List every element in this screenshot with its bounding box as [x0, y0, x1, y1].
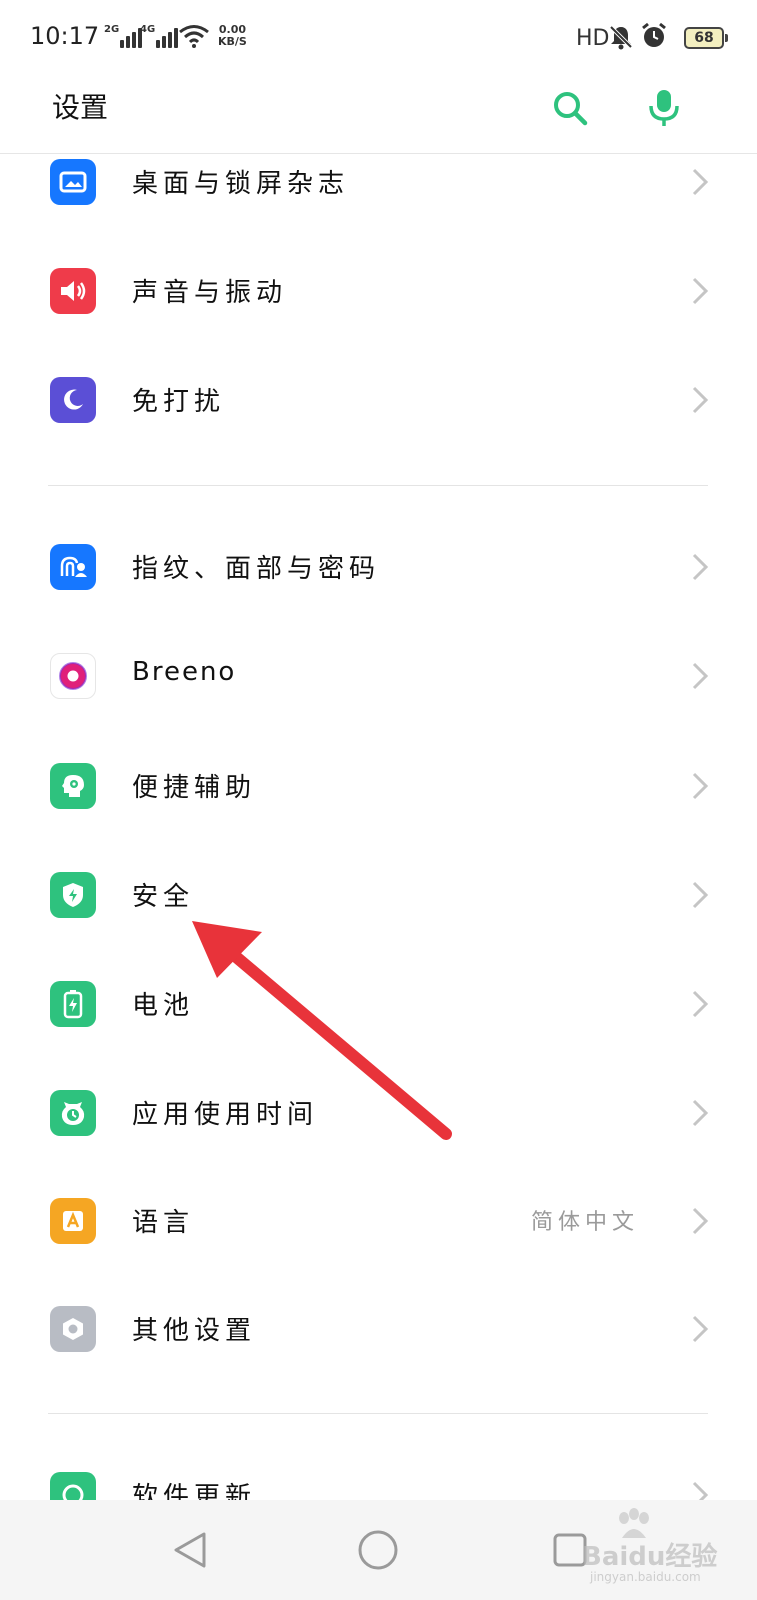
settings-item-label: 安全	[132, 882, 195, 912]
page-title: 设置	[52, 91, 109, 124]
settings-item-label: Breeno	[132, 657, 237, 687]
language-icon	[50, 1198, 96, 1244]
settings-item-label: 便捷辅助	[132, 773, 257, 803]
moon-icon	[50, 377, 96, 423]
chevron-right-icon	[692, 1315, 709, 1343]
chevron-right-icon	[692, 881, 709, 909]
update-icon	[50, 1472, 96, 1500]
chevron-right-icon	[692, 662, 709, 690]
hd-indicator: HD	[576, 26, 610, 51]
wallpaper-icon	[50, 159, 96, 205]
settings-item-label: 免打扰	[132, 387, 226, 417]
settings-item-wallpaper[interactable]: 桌面与锁屏杂志	[0, 154, 757, 237]
fingerprint-face-icon	[50, 544, 96, 590]
settings-item-other[interactable]: 其他设置	[0, 1274, 757, 1384]
settings-item-label: 指纹、面部与密码	[132, 554, 381, 584]
settings-item-label: 声音与振动	[132, 278, 288, 308]
signal-2g-icon: 2G	[104, 24, 144, 48]
settings-item-label: 应用使用时间	[132, 1100, 319, 1130]
signal-2g-label: 2G	[104, 24, 120, 35]
settings-item-breeno[interactable]: Breeno	[0, 621, 757, 731]
voice-button[interactable]	[640, 84, 688, 132]
shield-icon	[50, 872, 96, 918]
chevron-right-icon	[692, 1481, 709, 1500]
settings-item-label: 桌面与锁屏杂志	[132, 169, 350, 199]
chevron-right-icon	[692, 1099, 709, 1127]
status-time: 10:17	[30, 22, 100, 50]
speaker-icon	[50, 268, 96, 314]
net-speed-unit: KB/S	[218, 35, 247, 48]
settings-item-software-update[interactable]: 软件更新	[0, 1440, 757, 1500]
settings-item-app-usage-time[interactable]: 应用使用时间	[0, 1058, 757, 1168]
signal-4g-label: 4G	[140, 24, 156, 35]
chevron-right-icon	[692, 168, 709, 196]
settings-item-label: 电池	[132, 991, 195, 1021]
language-value: 简体中文	[530, 1210, 639, 1235]
bell-mute-icon	[609, 25, 633, 50]
chevron-right-icon	[692, 772, 709, 800]
header: 设置	[0, 72, 757, 154]
net-speed: 0.00 KB/S	[218, 24, 247, 48]
section-divider	[48, 485, 708, 486]
status-bar: 10:17 2G 4G 0.00 KB/S HD 68	[0, 0, 757, 72]
microphone-icon	[649, 90, 679, 126]
back-button[interactable]	[168, 1528, 212, 1572]
signal-4g-icon: 4G	[140, 24, 180, 48]
watermark-text: Baidu经验	[582, 1542, 718, 1572]
chevron-right-icon	[692, 277, 709, 305]
wifi-icon	[179, 25, 209, 48]
battery-icon	[50, 981, 96, 1027]
assist-head-icon	[50, 763, 96, 809]
settings-list: 桌面与锁屏杂志 声音与振动 免打扰 指纹、面部与密码 Breeno 便捷辅助 安…	[0, 154, 757, 1500]
home-circle-icon	[358, 1530, 398, 1570]
app-time-icon	[50, 1090, 96, 1136]
breeno-icon	[50, 653, 96, 699]
settings-item-sound[interactable]: 声音与振动	[0, 236, 757, 346]
settings-item-battery[interactable]: 电池	[0, 949, 757, 1059]
search-icon	[554, 92, 588, 126]
settings-item-label: 语言	[132, 1208, 195, 1238]
alarm-icon	[642, 22, 666, 47]
back-triangle-icon	[174, 1532, 206, 1568]
settings-item-label: 其他设置	[132, 1316, 257, 1346]
settings-item-fingerprint[interactable]: 指纹、面部与密码	[0, 512, 757, 622]
watermark-sub: jingyan.baidu.com	[590, 1570, 701, 1584]
settings-item-security[interactable]: 安全	[0, 840, 757, 950]
settings-item-language[interactable]: 语言 简体中文	[0, 1166, 757, 1276]
settings-item-label: 软件更新	[132, 1482, 257, 1500]
section-divider	[48, 1413, 708, 1414]
other-settings-icon	[50, 1306, 96, 1352]
chevron-right-icon	[692, 386, 709, 414]
chevron-right-icon	[692, 1207, 709, 1235]
chevron-right-icon	[692, 990, 709, 1018]
settings-item-assist[interactable]: 便捷辅助	[0, 731, 757, 841]
home-button[interactable]	[356, 1528, 400, 1572]
battery-level: 68	[694, 30, 714, 46]
chevron-right-icon	[692, 553, 709, 581]
baidu-watermark: Baidu经验 jingyan.baidu.com	[552, 1508, 732, 1592]
settings-item-do-not-disturb[interactable]: 免打扰	[0, 345, 757, 455]
battery-icon: 68	[684, 27, 728, 49]
search-button[interactable]	[546, 84, 594, 132]
